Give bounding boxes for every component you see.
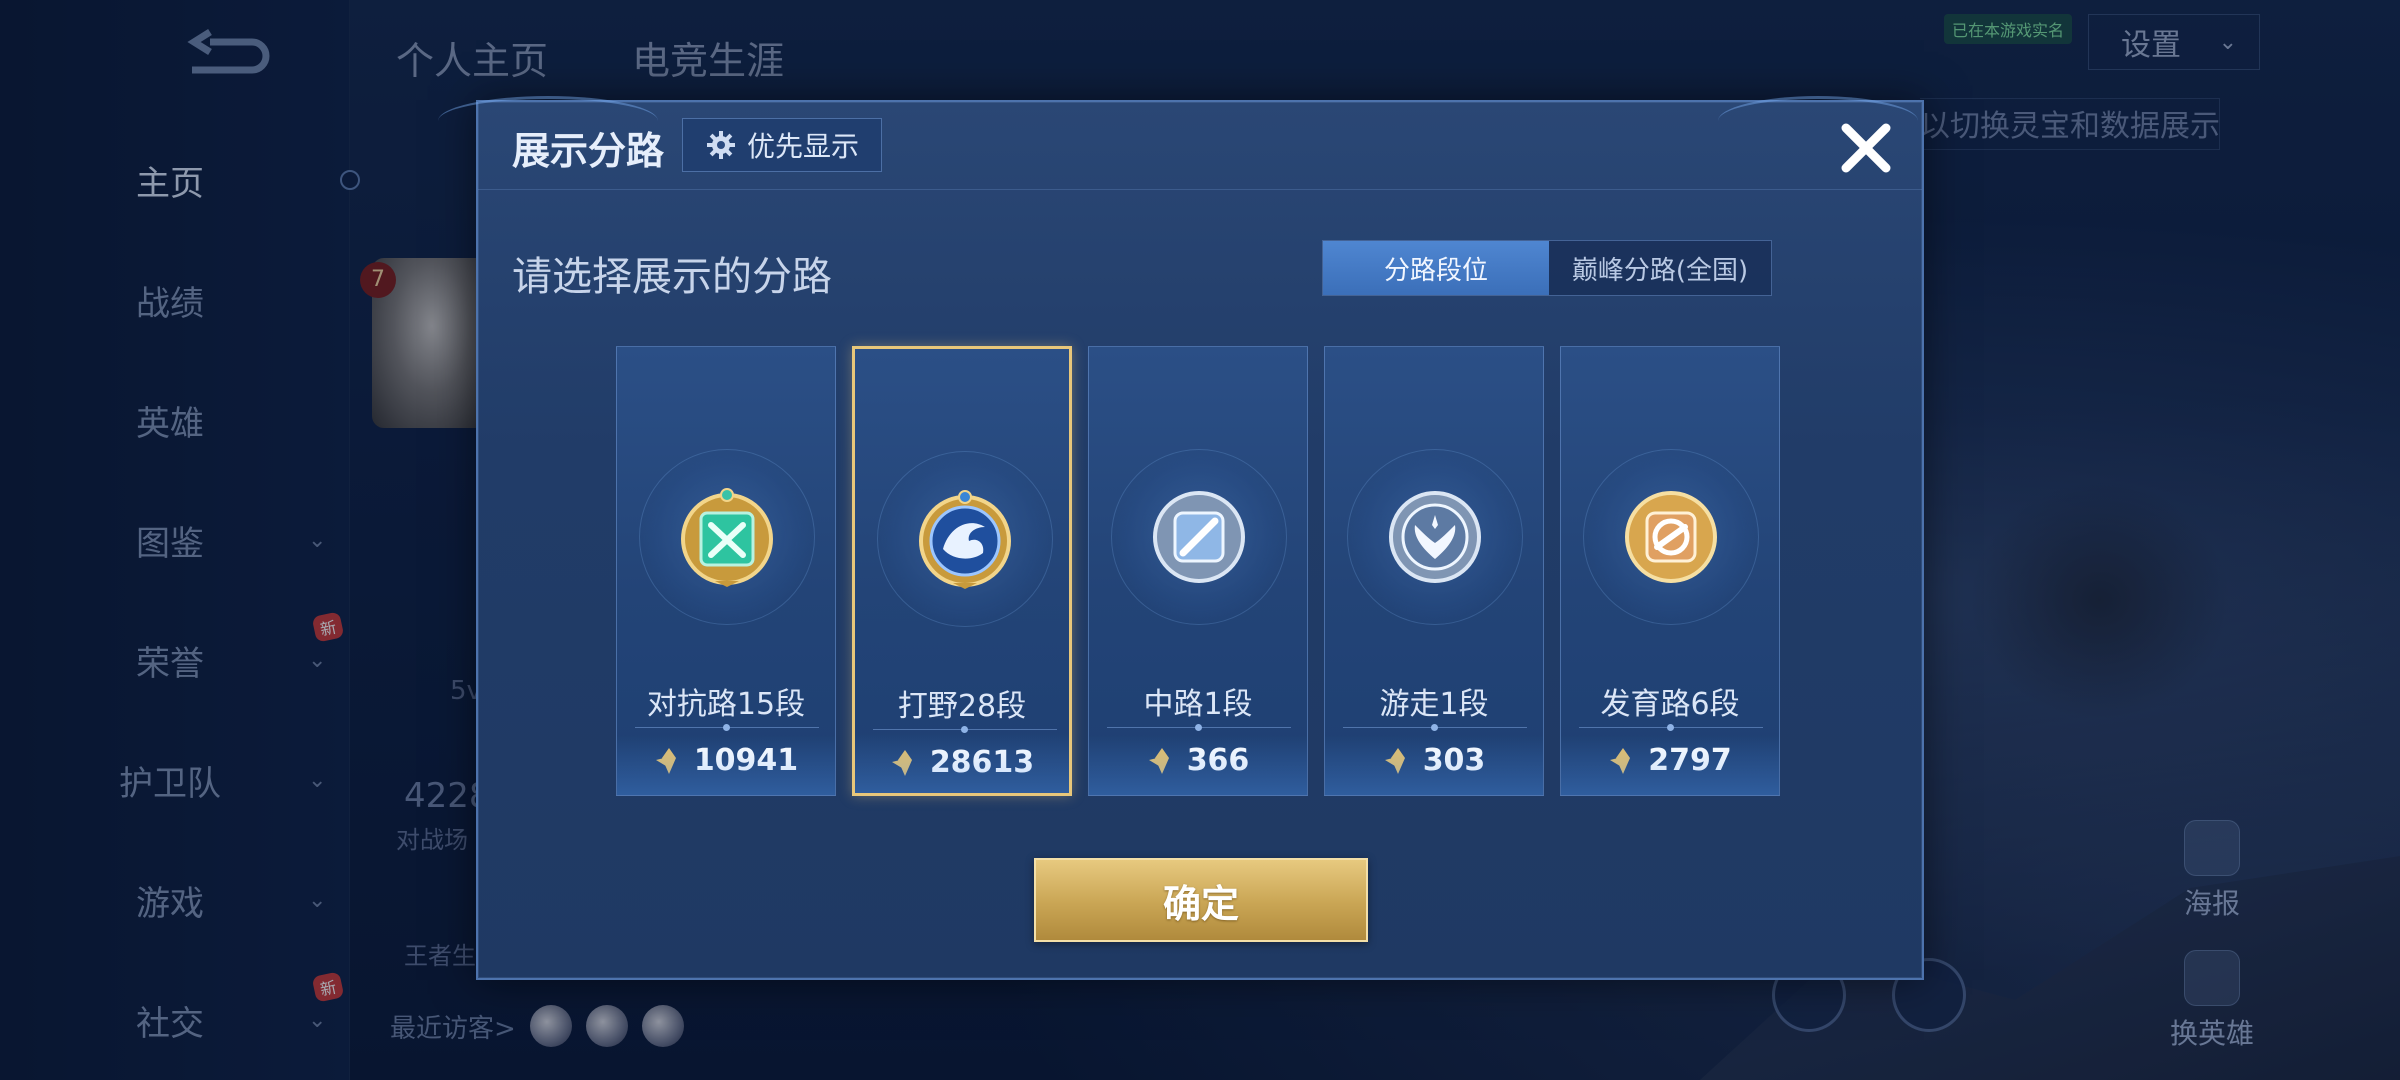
confirm-button[interactable]: 确定 bbox=[1034, 858, 1368, 942]
card-glow bbox=[1325, 735, 1543, 795]
card-glow bbox=[1089, 735, 1307, 795]
lane-card-jungle[interactable]: 打野28段 28613 bbox=[852, 346, 1072, 796]
card-divider bbox=[1107, 724, 1291, 731]
card-divider bbox=[635, 724, 819, 731]
lane-mode-segmented-control: 分路段位 巅峰分路(全国) bbox=[1322, 240, 1772, 296]
card-divider bbox=[873, 726, 1057, 733]
lane-card-roam[interactable]: 游走1段 303 bbox=[1324, 346, 1544, 796]
dialog-title: 展示分路 bbox=[512, 129, 665, 173]
clash-lane-emblem-icon bbox=[681, 488, 773, 587]
lane-name: 发育路6段 bbox=[1600, 687, 1740, 722]
card-divider bbox=[1579, 724, 1763, 731]
lane-display-dialog: 展示分路 优先显示 请选择展示的分路 分路段位 巅峰分路(全国) 对抗路15段 … bbox=[438, 96, 1924, 980]
lane-name: 中路1段 bbox=[1143, 687, 1253, 722]
lane-name: 对抗路15段 bbox=[646, 687, 806, 722]
card-glow bbox=[855, 733, 1069, 793]
priority-display-label: 优先显示 bbox=[746, 130, 859, 163]
close-button[interactable] bbox=[1828, 110, 1904, 186]
lane-card-mid[interactable]: 中路1段 366 bbox=[1088, 346, 1308, 796]
dialog-header: 展示分路 优先显示 bbox=[478, 102, 1922, 190]
dialog-subtitle: 请选择展示的分路 bbox=[512, 254, 832, 300]
lane-name: 打野28段 bbox=[897, 689, 1027, 724]
lane-card-list: 对抗路15段 10941 打野28段 bbox=[616, 346, 1782, 796]
card-glow bbox=[1561, 735, 1779, 795]
lane-card-clash[interactable]: 对抗路15段 10941 bbox=[616, 346, 836, 796]
farm-lane-emblem-icon bbox=[1625, 491, 1717, 583]
card-divider bbox=[1343, 724, 1527, 731]
lane-card-farm[interactable]: 发育路6段 2797 bbox=[1560, 346, 1780, 796]
lane-name: 游走1段 bbox=[1379, 687, 1489, 722]
priority-display-button[interactable]: 优先显示 bbox=[682, 118, 882, 172]
roam-wings-emblem-icon bbox=[1389, 491, 1481, 583]
tab-peak-lane-national[interactable]: 巅峰分路(全国) bbox=[1549, 241, 1771, 295]
mid-lane-emblem-icon bbox=[1153, 491, 1245, 583]
jungle-dragon-emblem-icon bbox=[919, 490, 1011, 589]
card-glow bbox=[617, 735, 835, 795]
gear-icon bbox=[706, 131, 735, 159]
tab-lane-rank[interactable]: 分路段位 bbox=[1323, 241, 1549, 295]
close-icon bbox=[1841, 123, 1891, 173]
